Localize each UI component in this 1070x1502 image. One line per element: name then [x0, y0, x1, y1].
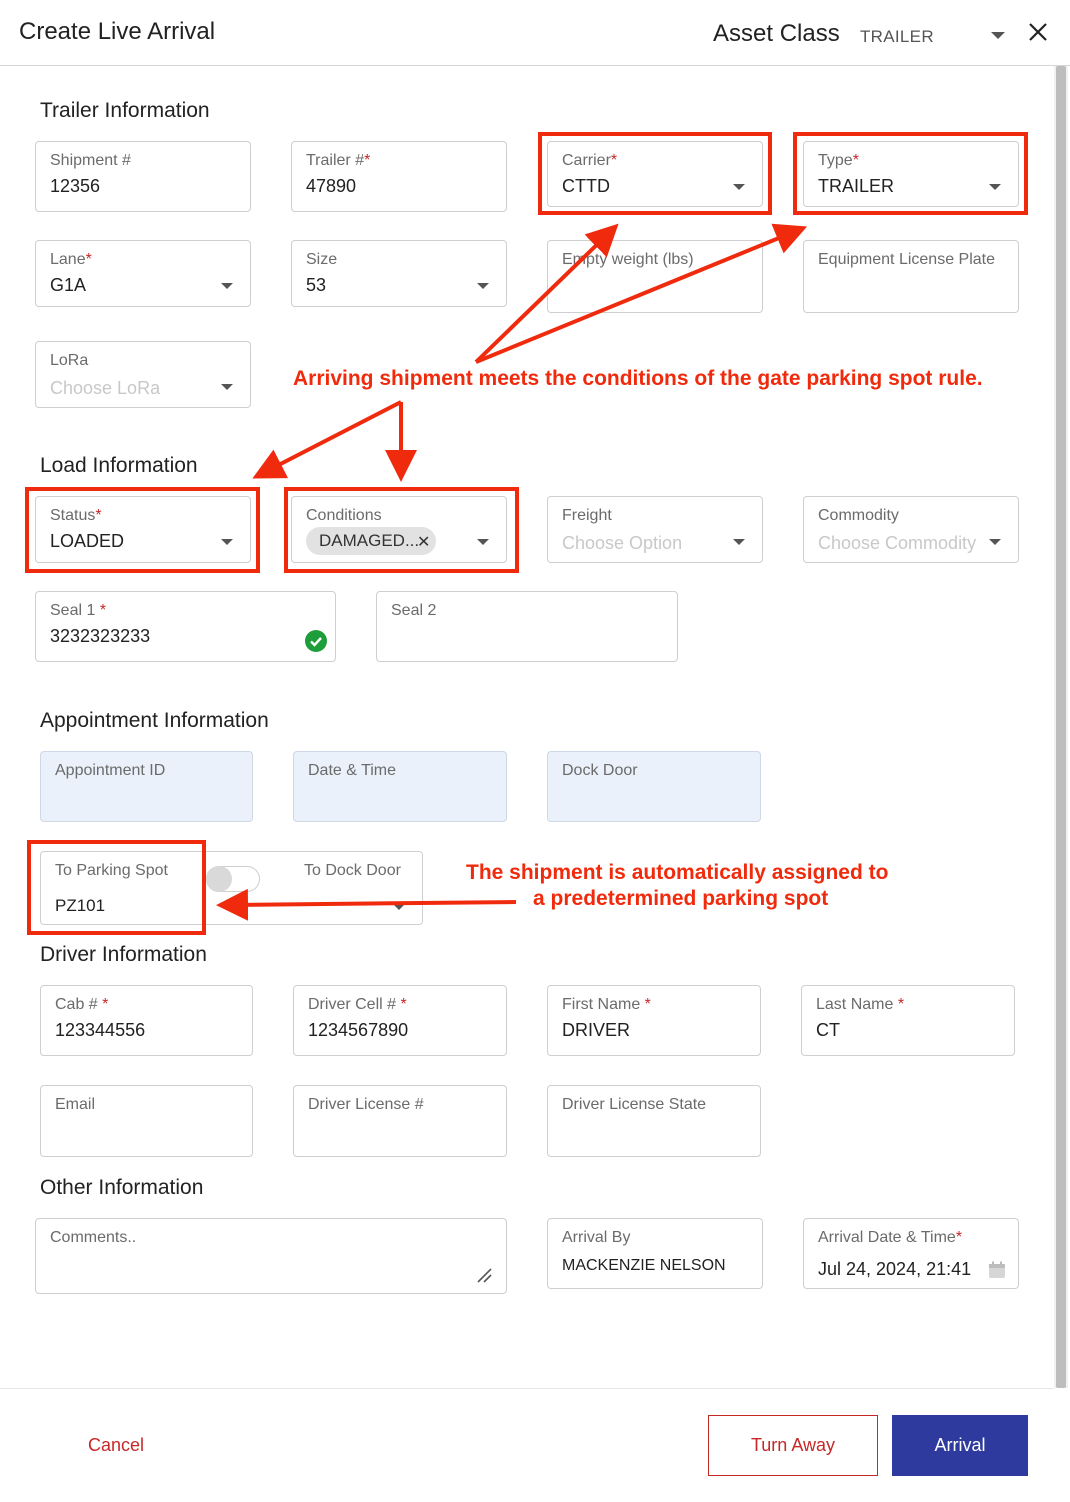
asset-class-select[interactable]: TRAILER: [860, 27, 934, 47]
field-label: Empty weight (lbs): [562, 251, 694, 268]
section-title-trailer: Trailer Information: [40, 99, 210, 122]
field-value: 47890: [306, 176, 357, 196]
highlight-conditions: [284, 487, 519, 573]
field-value: MACKENZIE NELSON: [562, 1257, 726, 1274]
first-name-field[interactable]: First Name * DRIVER: [547, 985, 761, 1056]
field-value: 12356: [50, 176, 101, 196]
field-label: Trailer #*: [306, 152, 371, 169]
shipment-field[interactable]: Shipment # 12356: [35, 141, 251, 212]
section-title-other: Other Information: [40, 1176, 204, 1199]
field-label: Arrival Date & Time*: [818, 1229, 963, 1246]
field-placeholder: Choose Option: [562, 533, 683, 553]
field-label: Dock Door: [562, 762, 638, 779]
email-field[interactable]: Email: [40, 1085, 253, 1157]
driver-license-field[interactable]: Driver License #: [293, 1085, 507, 1157]
highlight-status: [25, 487, 260, 573]
trailer-number-field[interactable]: Trailer #* 47890: [291, 141, 507, 212]
dialog-header: Create Live Arrival Asset Class TRAILER: [0, 0, 1070, 66]
chevron-down-icon[interactable]: [477, 283, 489, 289]
chevron-down-icon[interactable]: [393, 904, 405, 910]
calendar-icon[interactable]: [988, 1261, 1006, 1279]
dock-door-field[interactable]: Dock Door: [547, 751, 761, 822]
chevron-down-icon[interactable]: [221, 384, 233, 390]
dialog-title: Create Live Arrival: [19, 18, 216, 45]
field-placeholder: Choose LoRa: [50, 378, 161, 398]
seal-1-field[interactable]: Seal 1 * 3232323233: [35, 591, 336, 662]
field-label: Commodity: [818, 507, 899, 524]
arrival-date-time-field[interactable]: Arrival Date & Time* Jul 24, 2024, 21:41: [803, 1218, 1019, 1289]
field-label: Arrival By: [562, 1229, 631, 1246]
appointment-id-field[interactable]: Appointment ID: [40, 751, 253, 822]
asset-class-label: Asset Class: [713, 20, 840, 47]
cab-number-field[interactable]: Cab # * 123344556: [40, 985, 253, 1056]
turn-away-button[interactable]: Turn Away: [708, 1415, 878, 1476]
section-title-load: Load Information: [40, 454, 198, 477]
toggle-knob[interactable]: [206, 866, 232, 892]
annotation-rule-note: Arriving shipment meets the conditions o…: [293, 367, 983, 390]
to-dock-door-label: To Dock Door: [304, 862, 401, 879]
field-label: Last Name *: [816, 996, 905, 1013]
chevron-down-icon[interactable]: [989, 539, 1001, 545]
driver-license-state-field[interactable]: Driver License State: [547, 1085, 761, 1157]
freight-select[interactable]: Freight Choose Option: [547, 496, 763, 563]
field-value: 123344556: [55, 1020, 146, 1040]
arrival-button[interactable]: Arrival: [892, 1415, 1028, 1476]
field-label: Email: [55, 1096, 96, 1113]
annotation-assign-note-line2: a predetermined parking spot: [533, 887, 829, 910]
highlight-carrier: [538, 132, 772, 215]
field-label: Seal 2: [391, 602, 437, 619]
field-value: 1234567890: [308, 1020, 409, 1040]
driver-cell-field[interactable]: Driver Cell # * 1234567890: [293, 985, 507, 1056]
close-icon[interactable]: [1026, 20, 1050, 44]
field-label: Lane*: [50, 251, 92, 268]
field-label: Seal 1 *: [50, 602, 107, 619]
section-title-appointment: Appointment Information: [40, 709, 269, 732]
date-time-field[interactable]: Date & Time: [293, 751, 507, 822]
field-value: 3232323233: [50, 626, 151, 646]
field-label: Equipment License Plate: [818, 251, 995, 268]
chevron-down-icon[interactable]: [733, 539, 745, 545]
arrow-to-status: [252, 400, 402, 479]
seal-2-field[interactable]: Seal 2: [376, 591, 678, 662]
cancel-button[interactable]: Cancel: [82, 1434, 150, 1457]
field-value: Jul 24, 2024, 21:41: [818, 1259, 972, 1279]
highlight-parking-spot: [27, 840, 206, 935]
lane-select[interactable]: Lane* G1A: [35, 240, 251, 307]
highlight-type: [793, 132, 1028, 215]
chevron-down-icon[interactable]: [221, 283, 233, 289]
field-label: Shipment #: [50, 152, 131, 169]
field-label: Date & Time: [308, 762, 397, 779]
field-label: Cab # *: [55, 996, 109, 1013]
field-placeholder: Choose Commodity: [818, 533, 977, 553]
field-value: 53: [306, 275, 327, 295]
size-select[interactable]: Size 53: [291, 240, 507, 307]
field-value: CT: [816, 1020, 840, 1040]
last-name-field[interactable]: Last Name * CT: [801, 985, 1015, 1056]
field-label: Size: [306, 251, 338, 268]
scrollbar-thumb[interactable]: [1056, 66, 1066, 1388]
annotation-assign-note-line1: The shipment is automatically assigned t…: [466, 861, 889, 884]
field-label: LoRa: [50, 352, 89, 369]
comments-placeholder: Comments..: [50, 1229, 137, 1246]
field-label: Freight: [562, 507, 612, 524]
field-label: Driver License State: [562, 1096, 707, 1113]
check-circle-icon: [305, 630, 327, 652]
chevron-down-icon[interactable]: [991, 32, 1005, 39]
empty-weight-field[interactable]: Empty weight (lbs): [547, 240, 763, 313]
section-title-driver: Driver Information: [40, 943, 207, 966]
arrival-by-field[interactable]: Arrival By MACKENZIE NELSON: [547, 1218, 763, 1289]
license-plate-field[interactable]: Equipment License Plate: [803, 240, 1019, 313]
field-label: Appointment ID: [55, 762, 166, 779]
field-value: DRIVER: [562, 1020, 631, 1040]
field-label: Driver License #: [308, 1096, 424, 1113]
field-label: Driver Cell # *: [308, 996, 407, 1013]
comments-textarea[interactable]: Comments..: [35, 1218, 507, 1294]
field-value: G1A: [50, 275, 87, 295]
commodity-select[interactable]: Commodity Choose Commodity: [803, 496, 1019, 563]
field-label: First Name *: [562, 996, 651, 1013]
resize-handle-icon[interactable]: [476, 1267, 492, 1283]
lora-select[interactable]: LoRa Choose LoRa: [35, 341, 251, 408]
